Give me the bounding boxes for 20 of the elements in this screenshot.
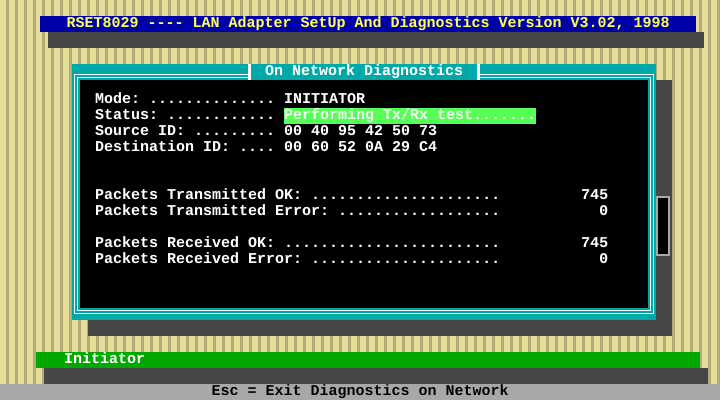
field-label: Destination ID: .... (95, 140, 276, 156)
dialog-title: On Network Diagnostics (248, 64, 480, 80)
help-bar: Esc = Exit Diagnostics on Network (0, 384, 720, 400)
window-edge (656, 196, 670, 256)
field-value: 00 60 52 0A 29 C4 (284, 140, 438, 156)
counter-label: Packets Received Error: ..................... (95, 252, 500, 268)
field-value: Performing Tx/Rx test....... (284, 108, 536, 124)
counter-label: Packets Transmitted Error: .................. (95, 204, 500, 220)
counter-value: 0 (598, 204, 608, 220)
field-label: Mode: .............. (95, 92, 276, 108)
window-title-bar: RSET8029 ---- LAN Adapter SetUp And Diagnostics Version V3.02, 1998 (40, 16, 696, 32)
field-label: Source ID: ......... (95, 124, 276, 140)
counter-value: 0 (598, 252, 608, 268)
field-value: INITIATOR (284, 92, 366, 108)
counter-value: 745 (580, 188, 608, 204)
counter-value: 745 (580, 236, 608, 252)
field-value: 00 40 95 42 50 73 (284, 124, 438, 140)
counter-label: Packets Received OK: ........................ (95, 236, 500, 252)
counter-label: Packets Transmitted OK: ..................... (95, 188, 500, 204)
field-label: Status: ............ (95, 108, 276, 124)
